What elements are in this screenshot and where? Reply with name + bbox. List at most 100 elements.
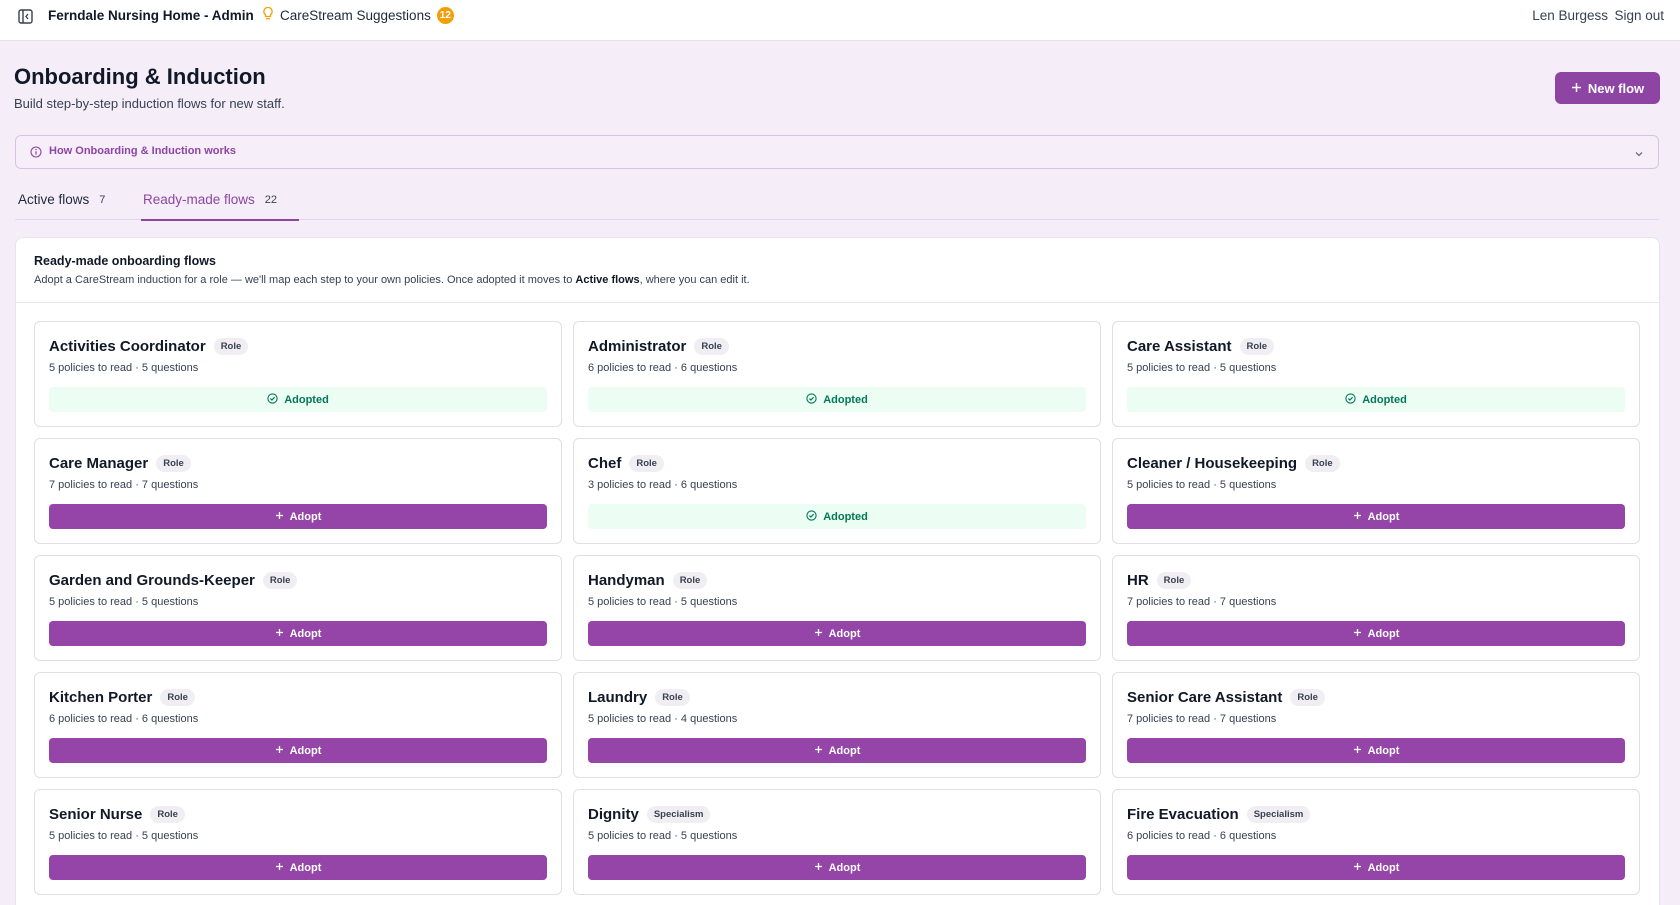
adopted-label: Adopted bbox=[1362, 393, 1407, 406]
flow-type-tag: Role bbox=[213, 338, 249, 355]
flow-card: Cleaner / Housekeeping Role 5 policies to … bbox=[1112, 438, 1640, 544]
adopted-label: Adopted bbox=[823, 510, 868, 523]
suggestions-count-badge: 12 bbox=[436, 6, 454, 24]
plus-icon bbox=[275, 511, 284, 523]
flow-meta: 6 policies to read · 6 questions bbox=[588, 362, 738, 374]
adopted-label: Adopted bbox=[284, 393, 329, 406]
adopt-button[interactable]: Adopt bbox=[1127, 504, 1625, 529]
top-bar: Ferndale Nursing Home - Admin CareStream… bbox=[0, 0, 1680, 41]
card-title-row: HR Role bbox=[1127, 572, 1192, 589]
flow-meta: 5 policies to read · 5 questions bbox=[49, 596, 199, 608]
adopt-button[interactable]: Adopt bbox=[49, 855, 547, 880]
flow-tabs: Active flows 7 Ready-made flows 22 bbox=[15, 180, 1659, 221]
flow-name: Dignity bbox=[588, 806, 639, 823]
adopt-button[interactable]: Adopt bbox=[1127, 621, 1625, 646]
card-title-row: Chef Role bbox=[588, 455, 664, 472]
app-title: Ferndale Nursing Home - Admin bbox=[48, 8, 254, 23]
flow-card: HR Role 7 policies to read · 7 questions Ad… bbox=[1112, 555, 1640, 661]
flow-card: Care Assistant Role 5 policies to read · 5… bbox=[1112, 321, 1640, 427]
card-title-row: Activities Coordinator Role bbox=[49, 338, 249, 355]
flow-type-tag: Role bbox=[1239, 338, 1275, 355]
user-name: Len Burgess bbox=[1532, 8, 1608, 23]
flow-type-tag: Role bbox=[629, 455, 664, 472]
flow-name: HR bbox=[1127, 572, 1149, 589]
adopt-button[interactable]: Adopt bbox=[588, 621, 1086, 646]
flow-card: Care Manager Role 7 policies to read · 7 q… bbox=[34, 438, 562, 544]
plus-icon bbox=[275, 862, 284, 874]
adopt-button[interactable]: Adopt bbox=[1127, 855, 1625, 880]
adopt-label: Adopt bbox=[289, 861, 322, 874]
adopt-label: Adopt bbox=[828, 861, 861, 874]
adopt-button[interactable]: Adopt bbox=[1127, 738, 1625, 763]
info-icon bbox=[30, 145, 42, 163]
adopt-button[interactable]: Adopt bbox=[588, 738, 1086, 763]
flow-name: Care Assistant bbox=[1127, 338, 1232, 355]
flow-type-tag: Role bbox=[694, 338, 729, 355]
new-flow-button[interactable]: New flow bbox=[1555, 72, 1660, 104]
adopted-status: Adopted bbox=[49, 387, 547, 412]
adopt-button[interactable]: Adopt bbox=[49, 738, 547, 763]
flow-meta: 5 policies to read · 5 questions bbox=[49, 362, 199, 374]
flow-meta: 7 policies to read · 7 questions bbox=[49, 479, 199, 491]
card-title-row: Dignity Specialism bbox=[588, 806, 711, 823]
adopt-label: Adopt bbox=[1367, 744, 1400, 757]
plus-icon bbox=[1353, 511, 1362, 523]
adopt-button[interactable]: Adopt bbox=[49, 621, 547, 646]
check-circle-icon bbox=[267, 392, 278, 407]
plus-icon bbox=[814, 745, 823, 757]
tab-active-flows[interactable]: Active flows 7 bbox=[18, 192, 105, 219]
flow-meta: 5 policies to read · 5 questions bbox=[49, 830, 199, 842]
how-it-works-label: How Onboarding & Induction works bbox=[49, 145, 236, 157]
flow-type-tag: Role bbox=[1290, 689, 1325, 706]
tab-count: 7 bbox=[99, 193, 106, 206]
card-title-row: Senior Care Assistant Role bbox=[1127, 689, 1325, 706]
flow-name: Cleaner / Housekeeping bbox=[1127, 455, 1298, 472]
adopt-label: Adopt bbox=[289, 744, 322, 757]
flow-card: Garden and Grounds-Keeper Role 5 policies … bbox=[34, 555, 562, 661]
flow-meta: 5 policies to read · 5 questions bbox=[588, 596, 738, 608]
suggestions-label: CareStream Suggestions bbox=[280, 7, 431, 23]
flow-card: Senior Care Assistant Role 7 policies to r… bbox=[1112, 672, 1640, 778]
lightbulb-icon bbox=[262, 6, 274, 24]
flow-name: Chef bbox=[588, 455, 622, 472]
how-it-works-accordion[interactable]: How Onboarding & Induction works bbox=[15, 135, 1659, 169]
card-title-row: Laundry Role bbox=[588, 689, 690, 706]
adopt-label: Adopt bbox=[828, 744, 861, 757]
card-title-row: Garden and Grounds-Keeper Role bbox=[49, 572, 298, 589]
plus-icon bbox=[275, 745, 284, 757]
panel-desc-text: Adopt a CareStream induction for a role … bbox=[34, 274, 576, 286]
adopt-label: Adopt bbox=[1367, 627, 1400, 640]
adopted-status: Adopted bbox=[588, 387, 1086, 412]
flow-card: Handyman Role 5 policies to read · 5 quest… bbox=[573, 555, 1101, 661]
adopt-label: Adopt bbox=[289, 510, 322, 523]
flow-meta: 6 policies to read · 6 questions bbox=[49, 713, 199, 725]
card-title-row: Handyman Role bbox=[588, 572, 708, 589]
adopt-button[interactable]: Adopt bbox=[588, 855, 1086, 880]
page-title: Onboarding & Induction bbox=[14, 64, 266, 89]
flow-card: Administrator Role 6 policies to read · 6 … bbox=[573, 321, 1101, 427]
plus-icon bbox=[814, 628, 823, 640]
tab-label: Ready-made flows bbox=[143, 192, 255, 207]
tab-ready-made-flows[interactable]: Ready-made flows 22 bbox=[141, 192, 300, 221]
plus-icon bbox=[1353, 628, 1362, 640]
adopt-label: Adopt bbox=[828, 627, 861, 640]
plus-icon bbox=[1571, 81, 1582, 96]
check-circle-icon bbox=[1345, 392, 1356, 407]
flow-meta: 5 policies to read · 4 questions bbox=[588, 713, 738, 725]
flow-type-tag: Role bbox=[156, 455, 191, 472]
sign-out-link[interactable]: Sign out bbox=[1614, 8, 1664, 23]
tab-label: Active flows bbox=[18, 192, 90, 207]
tab-count: 22 bbox=[264, 193, 278, 206]
flow-card-grid: Activities Coordinator Role 5 policies to … bbox=[34, 321, 1640, 895]
panel-header: Ready-made onboarding flows Adopt a Care… bbox=[16, 238, 1659, 303]
flow-meta: 3 policies to read · 6 questions bbox=[588, 479, 738, 491]
flow-type-tag: Specialism bbox=[1246, 806, 1311, 823]
chevron-down-icon bbox=[1634, 146, 1644, 164]
flow-card: Dignity Specialism 5 policies to read · 5 … bbox=[573, 789, 1101, 895]
carestream-suggestions-link[interactable]: CareStream Suggestions 12 bbox=[262, 6, 454, 24]
flow-type-tag: Role bbox=[1156, 572, 1192, 589]
plus-icon bbox=[1353, 745, 1362, 757]
adopt-button[interactable]: Adopt bbox=[49, 504, 547, 529]
card-title-row: Care Assistant Role bbox=[1127, 338, 1275, 355]
sidebar-toggle-icon[interactable] bbox=[16, 7, 34, 25]
